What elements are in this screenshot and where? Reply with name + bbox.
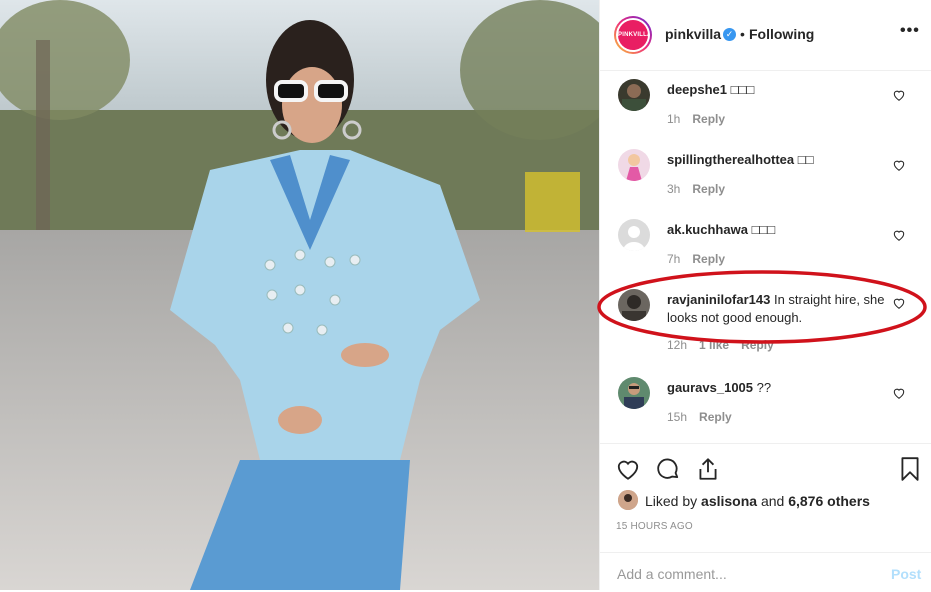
- comment-text: □□□: [751, 222, 776, 237]
- post-photo[interactable]: [0, 0, 599, 590]
- comment-time[interactable]: 15h: [667, 410, 687, 424]
- more-options-icon[interactable]: •••: [900, 22, 920, 40]
- post-actions-area: Liked by aslisona and 6,876 others 15 HO…: [600, 443, 931, 591]
- comment-text: ??: [756, 380, 772, 395]
- comment-time[interactable]: 12h: [667, 338, 687, 352]
- photo-image: [0, 0, 599, 590]
- comment-text: □□: [797, 152, 814, 167]
- comment-like-heart-icon[interactable]: [892, 158, 906, 172]
- add-comment-input[interactable]: Add a comment...: [617, 566, 727, 582]
- liked-by-count[interactable]: 6,876 others: [788, 493, 870, 509]
- post-side-panel: PINKVILLA pinkvilla ✓ • Following ••• de…: [599, 0, 931, 590]
- author-username[interactable]: pinkvilla: [665, 26, 721, 42]
- liked-by-avatar[interactable]: [618, 490, 638, 510]
- header-separator: •: [740, 26, 745, 42]
- following-button[interactable]: Following: [749, 26, 814, 42]
- like-heart-icon[interactable]: [615, 456, 641, 482]
- comment-likes[interactable]: 1 like: [699, 338, 729, 352]
- comment-time[interactable]: 3h: [667, 182, 680, 196]
- reply-button[interactable]: Reply: [692, 252, 725, 266]
- comment-like-heart-icon[interactable]: [892, 88, 906, 102]
- comment-username[interactable]: spillingtherealhottea: [667, 152, 794, 167]
- author-avatar[interactable]: PINKVILLA: [614, 16, 652, 54]
- bookmark-icon[interactable]: [897, 456, 923, 482]
- comment-bubble-icon[interactable]: [655, 456, 681, 482]
- comment-username[interactable]: gauravs_1005: [667, 380, 753, 395]
- reply-button[interactable]: Reply: [699, 410, 732, 424]
- commenter-avatar[interactable]: [618, 79, 650, 111]
- comment-like-heart-icon[interactable]: [892, 228, 906, 242]
- reply-button[interactable]: Reply: [692, 182, 725, 196]
- comment-username[interactable]: ak.kuchhawa: [667, 222, 748, 237]
- comment-like-heart-icon[interactable]: [892, 296, 906, 310]
- commenter-avatar[interactable]: [618, 377, 650, 409]
- comment-item: spillingtherealhottea □□ 3h Reply: [600, 142, 931, 202]
- liked-by-and: and: [760, 493, 785, 509]
- comment-text: □□□: [730, 82, 755, 97]
- comment-item-highlighted: ravjaninilofar143 In straight hire, she …: [600, 282, 931, 354]
- pinkvilla-logo: PINKVILLA: [618, 20, 648, 50]
- verified-badge-icon: ✓: [723, 28, 736, 41]
- comment-time[interactable]: 7h: [667, 252, 680, 266]
- post-header: PINKVILLA pinkvilla ✓ • Following •••: [600, 0, 931, 71]
- comment-time[interactable]: 1h: [667, 112, 680, 126]
- commenter-avatar[interactable]: [618, 149, 650, 181]
- comment-item: deepshe1 □□□ 1h Reply: [600, 72, 931, 132]
- reply-button[interactable]: Reply: [741, 338, 774, 352]
- commenter-avatar[interactable]: [618, 219, 650, 251]
- liked-by-prefix: Liked by: [645, 493, 698, 509]
- comment-like-heart-icon[interactable]: [892, 386, 906, 400]
- comment-username[interactable]: ravjaninilofar143: [667, 292, 770, 307]
- commenter-avatar[interactable]: [618, 289, 650, 321]
- liked-by-line: Liked by aslisona and 6,876 others: [645, 493, 870, 509]
- reply-button[interactable]: Reply: [692, 112, 725, 126]
- comment-item: gauravs_1005 ?? 15h Reply: [600, 370, 931, 430]
- comment-item: ak.kuchhawa □□□ 7h Reply: [600, 212, 931, 272]
- post-timestamp[interactable]: 15 HOURS AGO: [616, 521, 693, 532]
- liked-by-user[interactable]: aslisona: [701, 493, 757, 509]
- add-comment-bar: Add a comment... Post: [600, 552, 931, 592]
- share-icon[interactable]: [695, 456, 721, 482]
- post-comment-button[interactable]: Post: [891, 566, 921, 582]
- comment-username[interactable]: deepshe1: [667, 82, 727, 97]
